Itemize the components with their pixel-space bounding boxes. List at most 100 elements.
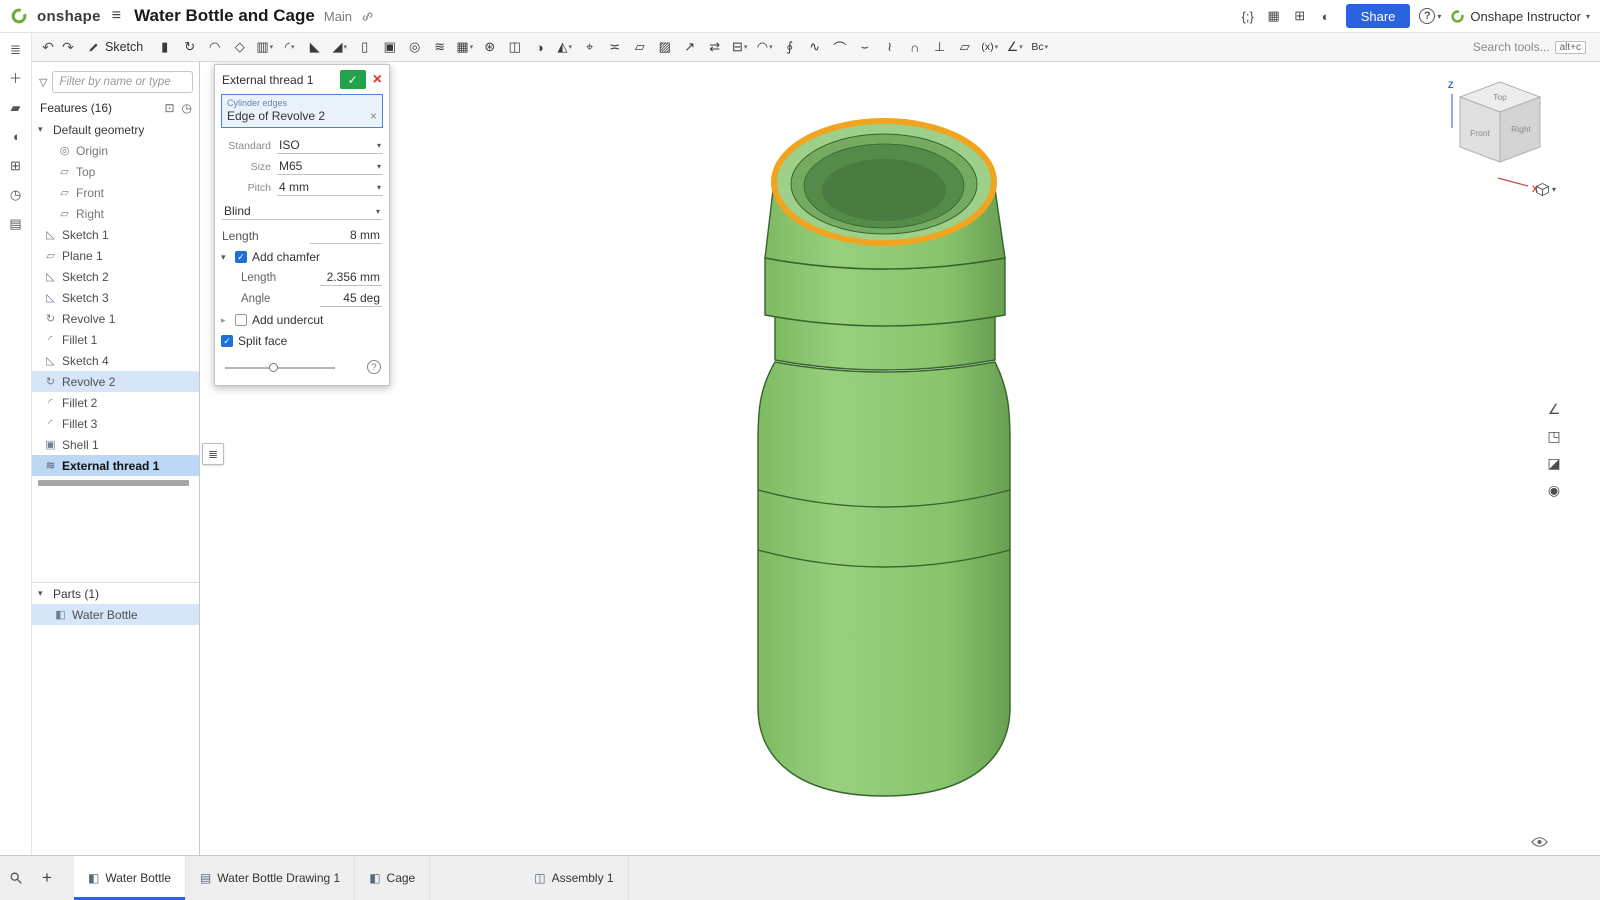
feature-item-plane-1[interactable]: ▱ Plane 1: [32, 245, 199, 266]
undo-icon[interactable]: ↶: [38, 39, 58, 56]
cancel-button[interactable]: ×: [373, 71, 382, 88]
view-settings-icon[interactable]: ◳: [1544, 427, 1564, 445]
length-input[interactable]: 8 mm: [310, 227, 382, 244]
feature-item-revolve-2[interactable]: ↻ Revolve 2: [32, 371, 199, 392]
revolve-tool[interactable]: ↻: [177, 35, 202, 59]
chevron-down-icon[interactable]: ▾: [221, 252, 230, 263]
projected-curve-tool[interactable]: ⌒: [827, 35, 852, 59]
split-tool[interactable]: ◭ ▾: [552, 35, 577, 59]
replace-face-tool[interactable]: ⇄: [702, 35, 727, 59]
add-tab-button[interactable]: +: [32, 856, 62, 900]
user-menu[interactable]: Onshape Instructor ▾: [1450, 9, 1590, 24]
confirm-button[interactable]: ✓: [339, 70, 366, 89]
app-grid-icon[interactable]: ⊞: [1289, 8, 1311, 24]
part-item-water-bottle[interactable]: ◧ Water Bottle: [32, 604, 199, 625]
opacity-slider[interactable]: [225, 363, 335, 372]
comment-icon[interactable]: ◖: [7, 129, 25, 145]
param-select-standard[interactable]: ISO ▾: [277, 137, 383, 154]
feature-item-fillet-3[interactable]: ◜ Fillet 3: [32, 413, 199, 434]
featurescript-icon[interactable]: {;}: [1237, 9, 1259, 24]
search-tools-input[interactable]: Search tools... alt+c: [1467, 38, 1592, 56]
panel-collapse-handle[interactable]: ≣: [202, 443, 224, 465]
share-button[interactable]: Share: [1345, 4, 1411, 28]
named-views-icon[interactable]: ◉: [1544, 481, 1564, 499]
chamfer-tool[interactable]: ◣: [302, 35, 327, 59]
loft-tool[interactable]: ◇: [227, 35, 252, 59]
feature-item-revolve-1[interactable]: ↻ Revolve 1: [32, 308, 199, 329]
rollback-bar[interactable]: [38, 480, 189, 486]
cylinder-edges-selection[interactable]: Cylinder edges Edge of Revolve 2 ×: [221, 94, 383, 128]
share-view-icon[interactable]: ⊞: [7, 158, 25, 174]
feature-item-fillet-1[interactable]: ◜ Fillet 1: [32, 329, 199, 350]
measure-tool[interactable]: ∠ ▾: [1002, 35, 1027, 59]
fill-tool[interactable]: ▨: [652, 35, 677, 59]
water-bottle-model[interactable]: [200, 62, 1600, 855]
rib-tool[interactable]: ▯: [352, 35, 377, 59]
filter-input[interactable]: [52, 71, 193, 93]
viewport-canvas[interactable]: External thread 1 ✓ × Cylinder edges Edg…: [200, 62, 1600, 855]
sweep-tool[interactable]: ◠: [202, 35, 227, 59]
linear-pattern-tool[interactable]: ▦ ▾: [452, 35, 477, 59]
sketch-button[interactable]: Sketch: [78, 38, 152, 56]
plane-tool[interactable]: ▱: [952, 35, 977, 59]
feature-item-shell-1[interactable]: ▣ Shell 1: [32, 434, 199, 455]
insert-icon[interactable]: ＋: [7, 71, 25, 87]
history-icon[interactable]: ◷: [7, 187, 25, 203]
feature-item-default-geometry[interactable]: ▾ Default geometry: [32, 119, 199, 140]
bottle-body[interactable]: [757, 361, 1011, 797]
feature-history-icon[interactable]: ◷: [182, 101, 192, 115]
boundary-surface-tool[interactable]: ▱: [627, 35, 652, 59]
annotate-icon[interactable]: ▰: [7, 100, 25, 116]
tab-assembly-1[interactable]: ◫ Assembly 1: [520, 856, 629, 900]
chamfer-param-input[interactable]: 45 deg: [320, 290, 382, 307]
feature-item-front[interactable]: ▱ Front: [32, 182, 199, 203]
spreadsheet-icon[interactable]: ▦: [1263, 8, 1285, 24]
intersection-curve-tool[interactable]: ∩: [902, 35, 927, 59]
move-face-tool[interactable]: ↗: [677, 35, 702, 59]
section-view-icon[interactable]: ◪: [1544, 454, 1564, 472]
workspace-label[interactable]: Main: [324, 9, 352, 24]
shell-tool[interactable]: ▣: [377, 35, 402, 59]
theme-icon[interactable]: ◐: [1315, 9, 1337, 24]
tab-water-bottle[interactable]: ◧ Water Bottle: [74, 856, 186, 900]
end-type-select[interactable]: Blind ▾: [222, 203, 382, 220]
tab-cage[interactable]: ◧ Cage: [355, 856, 431, 900]
circular-pattern-tool[interactable]: ⊛: [477, 35, 502, 59]
feature-item-sketch-4[interactable]: ◺ Sketch 4: [32, 350, 199, 371]
dialog-help-icon[interactable]: ?: [367, 360, 381, 374]
custom-feature-tool[interactable]: Bc ▾: [1027, 35, 1052, 59]
chevron-right-icon[interactable]: ▸: [221, 315, 230, 326]
fillet-tool[interactable]: ◜ ▾: [277, 35, 302, 59]
hole-tool[interactable]: ◎: [402, 35, 427, 59]
extrude-tool[interactable]: ▮: [152, 35, 177, 59]
boolean-tool[interactable]: ◑: [527, 35, 552, 59]
thicken-tool[interactable]: ▥ ▾: [252, 35, 277, 59]
feature-item-right[interactable]: ▱ Right: [32, 203, 199, 224]
feature-item-origin[interactable]: ◎ Origin: [32, 140, 199, 161]
feature-item-sketch-3[interactable]: ◺ Sketch 3: [32, 287, 199, 308]
helix-tool[interactable]: ∮: [777, 35, 802, 59]
slider-handle[interactable]: [269, 363, 278, 372]
feature-item-sketch-1[interactable]: ◺ Sketch 1: [32, 224, 199, 245]
hamburger-menu-icon[interactable]: ≡: [110, 7, 123, 25]
split-face-checkbox[interactable]: ✓: [221, 335, 233, 347]
analysis-icon[interactable]: ∠: [1544, 400, 1564, 418]
redo-icon[interactable]: ↷: [58, 39, 78, 56]
offset-surface-tool[interactable]: ≍: [602, 35, 627, 59]
link-icon[interactable]: [361, 10, 374, 23]
variable-tool[interactable]: (x) ▾: [977, 35, 1002, 59]
modify-fillet-tool[interactable]: ◠ ▾: [752, 35, 777, 59]
mirror-tool[interactable]: ◫: [502, 35, 527, 59]
tab-water-bottle-drawing-1[interactable]: ▤ Water Bottle Drawing 1: [186, 856, 356, 900]
feature-item-top[interactable]: ▱ Top: [32, 161, 199, 182]
draft-tool[interactable]: ◢ ▾: [327, 35, 352, 59]
transform-tool[interactable]: ⌖: [577, 35, 602, 59]
remove-selection-icon[interactable]: ×: [370, 109, 377, 123]
trim-curve-tool[interactable]: ⊥: [927, 35, 952, 59]
add-chamfer-checkbox[interactable]: ✓: [235, 251, 247, 263]
view-options-menu[interactable]: ▾: [1535, 182, 1556, 197]
bridging-curve-tool[interactable]: ⌣: [852, 35, 877, 59]
param-select-size[interactable]: M65 ▾: [277, 158, 383, 175]
notes-icon[interactable]: ▤: [7, 216, 25, 232]
search-icon[interactable]: [0, 856, 32, 900]
